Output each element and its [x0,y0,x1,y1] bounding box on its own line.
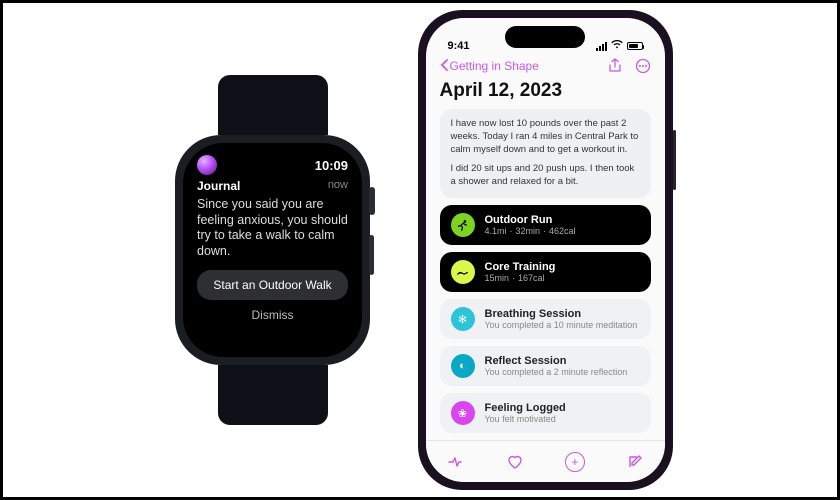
session-subtitle: You felt motivated [485,414,566,424]
navigation-bar: Getting in Shape [426,54,665,78]
watch-screen: 10:09 Journal now Since you said you are… [183,143,362,357]
session-subtitle: You completed a 10 minute meditation [485,320,638,330]
journal-content: April 12, 2023 I have now lost 10 pounds… [426,78,665,440]
page-title: April 12, 2023 [440,80,651,102]
feeling-icon: ❀ [451,401,475,425]
iphone: 9:41 Getting in Shape [418,10,673,490]
breathing-icon: ✻ [451,307,475,331]
notification-app-name: Journal [197,179,240,193]
back-label: Getting in Shape [450,59,539,73]
note-paragraph: I have now lost 10 pounds over the past … [451,118,640,156]
workout-title: Outdoor Run [485,214,576,226]
watch-status-bar: 10:09 [197,155,348,175]
workout-title: Core Training [485,261,556,273]
session-card-feeling[interactable]: ❀ Feeling Logged You felt motivated [440,393,651,433]
cellular-signal-icon [596,42,607,51]
watch-time: 10:09 [315,158,348,173]
session-title: Feeling Logged [485,402,566,414]
workout-stats: 4.1mi·32min·462cal [485,226,576,236]
digital-crown[interactable] [369,187,375,215]
journal-app-icon [197,155,217,175]
session-title: Reflect Session [485,355,628,367]
battery-icon [627,42,643,50]
workout-card-run[interactable]: Outdoor Run 4.1mi·32min·462cal [440,205,651,245]
notification-body: Since you said you are feeling anxious, … [197,197,348,260]
back-button[interactable]: Getting in Shape [440,59,539,74]
reflect-icon: ◐ [451,354,475,378]
tab-timeline-icon[interactable] [445,452,465,472]
watch-band-bottom [218,365,328,425]
watch-case: 10:09 Journal now Since you said you are… [175,135,370,365]
phone-screen: 9:41 Getting in Shape [426,18,665,482]
session-title: Breathing Session [485,308,638,320]
running-icon [451,213,475,237]
notification-timestamp: now [328,179,348,193]
note-paragraph: I did 20 sit ups and 20 push ups. I then… [451,163,640,189]
side-button[interactable] [369,235,374,275]
more-icon[interactable] [635,58,651,74]
workout-card-core[interactable]: Core Training 15min·167cal [440,252,651,292]
session-subtitle: You completed a 2 minute reflection [485,367,628,377]
watch-band-top [218,75,328,135]
core-training-icon [451,260,475,284]
status-time: 9:41 [448,40,470,52]
dynamic-island [505,26,585,48]
wifi-icon [611,40,623,52]
session-card-reflect[interactable]: ◐ Reflect Session You completed a 2 minu… [440,346,651,386]
start-outdoor-walk-button[interactable]: Start an Outdoor Walk [197,270,348,300]
share-icon[interactable] [607,58,623,74]
tab-add-button[interactable]: + [565,452,585,472]
apple-watch: 10:09 Journal now Since you said you are… [168,75,378,425]
tab-bar: + [426,440,665,482]
journal-note[interactable]: I have now lost 10 pounds over the past … [440,109,651,198]
session-card-breathing[interactable]: ✻ Breathing Session You completed a 10 m… [440,299,651,339]
workout-stats: 15min·167cal [485,273,556,283]
chevron-left-icon [440,59,448,74]
tab-compose-icon[interactable] [625,452,645,472]
phone-side-button[interactable] [673,130,676,190]
dismiss-button[interactable]: Dismiss [197,308,348,322]
tab-favorites-icon[interactable] [505,452,525,472]
